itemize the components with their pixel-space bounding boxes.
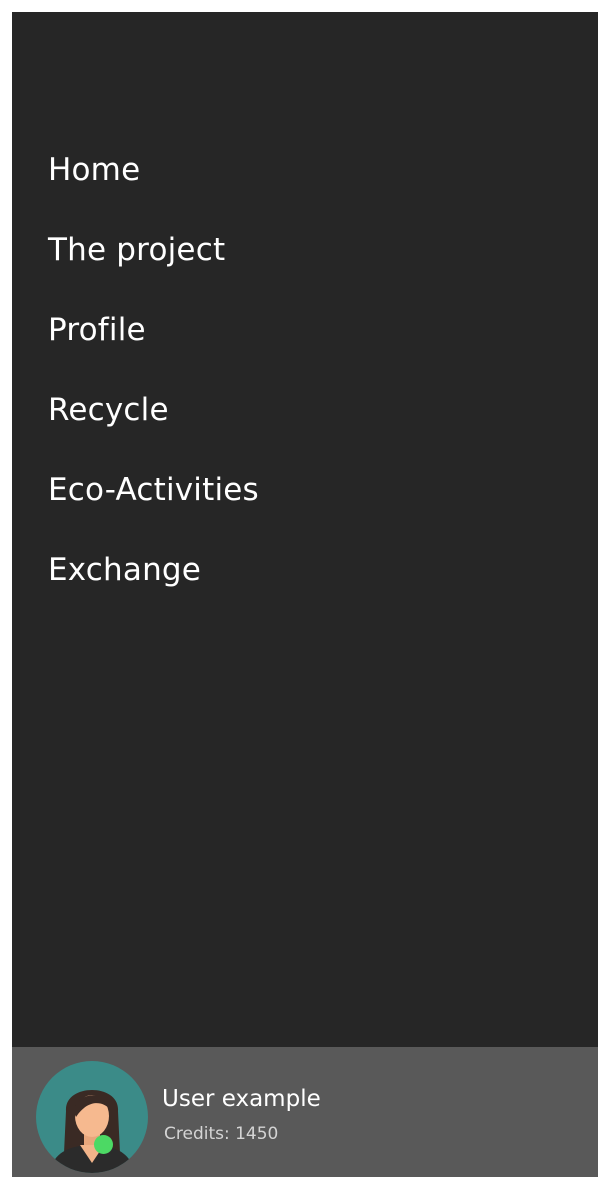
avatar[interactable] [36,1061,148,1173]
nav-item-exchange[interactable]: Exchange [48,550,259,630]
nav-item-label: The project [48,232,226,268]
nav-item-the-project[interactable]: The project [48,230,259,310]
nav-menu: Home The project Profile Recycle Eco-Act… [48,150,259,630]
nav-item-profile[interactable]: Profile [48,310,259,390]
user-profile-panel[interactable]: User example Credits: 1450 [12,1047,598,1177]
nav-item-label: Eco-Activities [48,472,259,508]
nav-item-recycle[interactable]: Recycle [48,390,259,470]
female-user-avatar-icon [36,1061,148,1173]
nav-item-label: Exchange [48,552,202,588]
nav-item-label: Recycle [48,392,169,428]
nav-item-label: Profile [48,312,146,348]
online-status-dot [94,1135,113,1154]
nav-item-eco-activities[interactable]: Eco-Activities [48,470,259,550]
nav-item-label: Home [48,152,141,188]
user-name: User example [162,1086,321,1112]
user-credits: Credits: 1450 [164,1124,279,1144]
navigation-drawer: Home The project Profile Recycle Eco-Act… [12,12,598,1177]
nav-item-home[interactable]: Home [48,150,259,230]
